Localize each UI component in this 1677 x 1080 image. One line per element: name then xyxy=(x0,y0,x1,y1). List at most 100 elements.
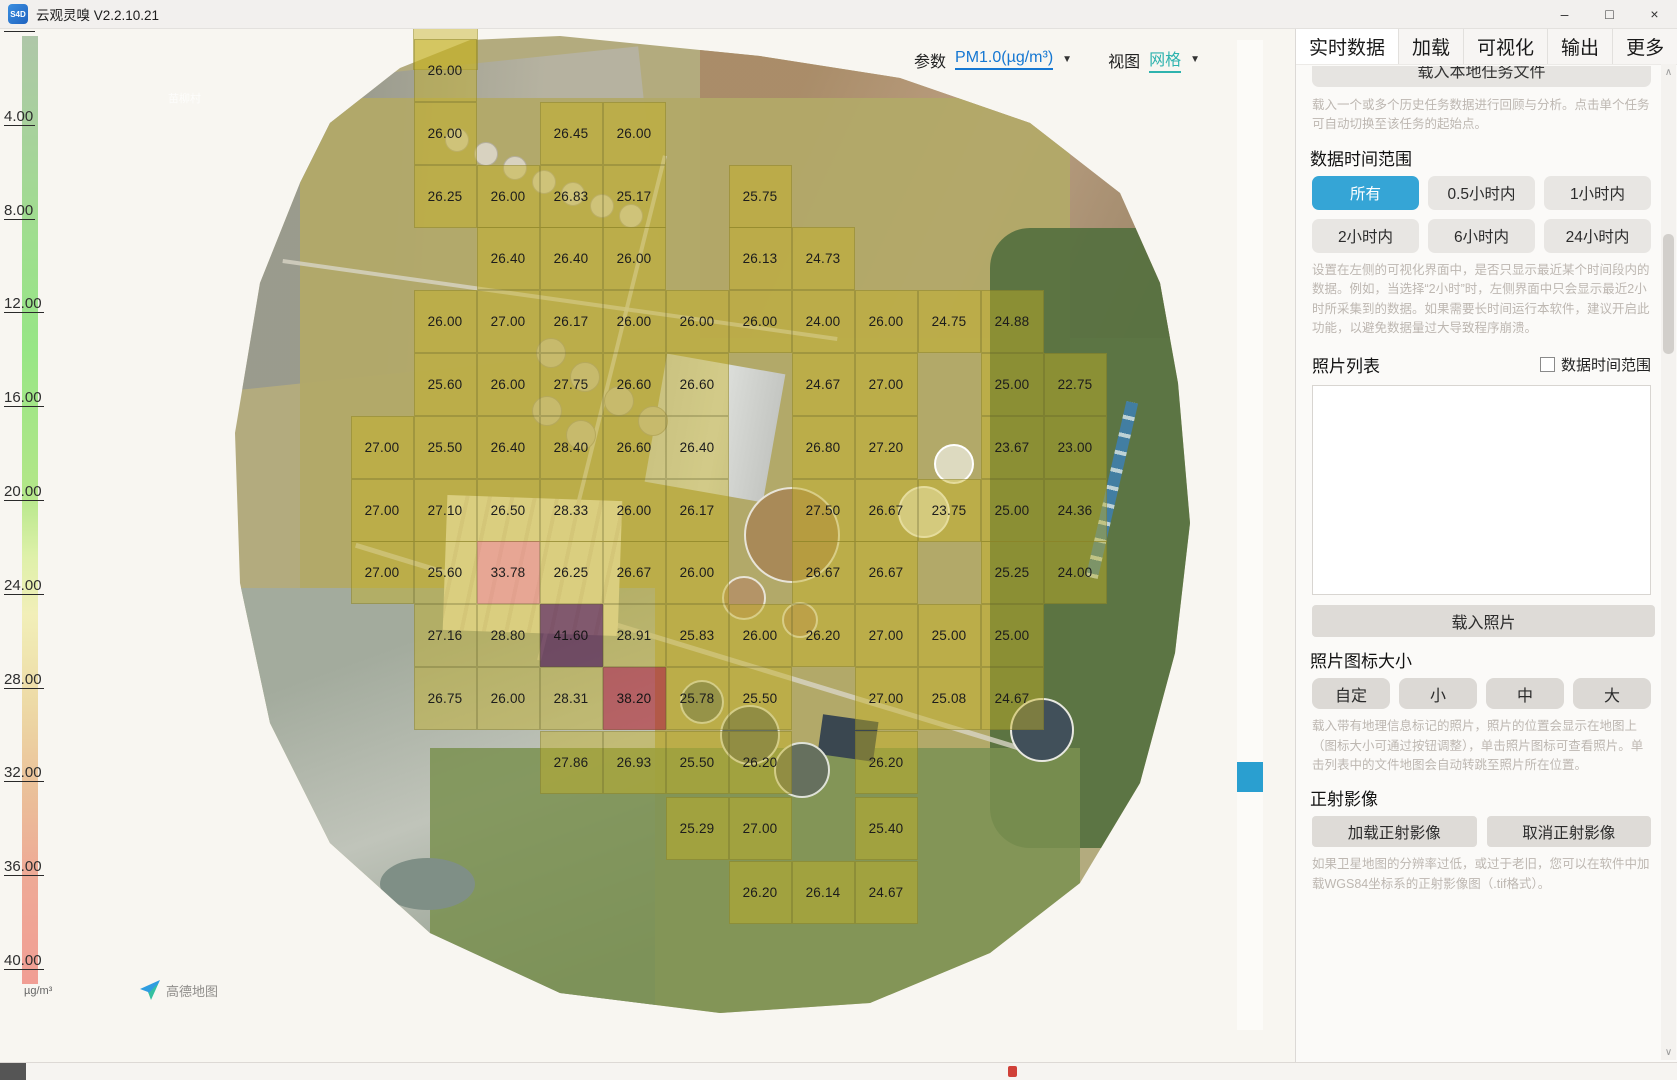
heat-cell: 26.83 xyxy=(540,165,603,228)
heat-cell: 24.67 xyxy=(981,667,1044,730)
cancel-ortho-button[interactable]: 取消正射影像 xyxy=(1487,816,1652,847)
tab-5[interactable]: 更多 xyxy=(1613,28,1677,64)
heat-cell: 23.00 xyxy=(1044,416,1107,479)
time-range-option[interactable]: 2小时内 xyxy=(1312,219,1419,253)
param-dropdown[interactable]: PM1.0(µg/m³) xyxy=(955,49,1053,70)
heat-cell-value: 26.00 xyxy=(428,314,463,329)
color-scale-tick: 4.00 xyxy=(4,108,35,126)
heat-cell-value: 26.67 xyxy=(869,565,904,580)
color-scale-tick: 24.00 xyxy=(4,577,44,595)
panel-scrollbar-thumb[interactable] xyxy=(1663,234,1674,354)
window-title: 云观灵嗅 V2.2.10.21 xyxy=(36,4,159,24)
heat-cell-value: 24.75 xyxy=(932,314,967,329)
map-place-label: 苗柳村 xyxy=(168,90,201,106)
view-dropdown[interactable]: 网格 xyxy=(1149,46,1181,73)
time-range-option[interactable]: 1小时内 xyxy=(1544,176,1651,210)
heat-cell: 27.00 xyxy=(351,541,414,604)
color-scale-tick: 40.00 xyxy=(4,952,44,970)
heat-cell-value: 23.75 xyxy=(932,503,967,518)
heat-cell-value: 24.36 xyxy=(1058,503,1093,518)
heat-cell: 27.00 xyxy=(855,667,918,730)
heat-cell-value: 26.60 xyxy=(617,440,652,455)
heat-cell: 26.25 xyxy=(540,541,603,604)
scroll-up-icon[interactable]: ∧ xyxy=(1661,64,1676,80)
map-scrollbar[interactable] xyxy=(1237,40,1263,1030)
minimize-button[interactable]: – xyxy=(1542,0,1587,28)
heat-cell-value: 25.00 xyxy=(995,377,1030,392)
photo-icon-size-option[interactable]: 小 xyxy=(1399,678,1477,709)
load-task-file-button[interactable]: 载入本地任务文件 xyxy=(1312,66,1651,87)
photo-icon-size-option[interactable]: 中 xyxy=(1486,678,1564,709)
heat-cell: 26.14 xyxy=(792,861,855,924)
heat-cell: 26.20 xyxy=(855,731,918,794)
heat-cell: 26.00 xyxy=(414,290,477,353)
heat-cell-value: 25.50 xyxy=(428,440,463,455)
photo-icon-size-option[interactable]: 自定 xyxy=(1312,678,1390,709)
heat-cell: 25.75 xyxy=(729,165,792,228)
color-scale-gradient xyxy=(22,36,38,984)
tab-4[interactable]: 输出 xyxy=(1548,28,1613,64)
heat-cell-value: 24.67 xyxy=(995,691,1030,706)
panel-body: 载入本地任务文件 载入一个或多个历史任务数据进行回顾与分析。点击单个任务可自动切… xyxy=(1296,64,1659,1062)
heat-cell-value: 26.67 xyxy=(869,503,904,518)
heat-cell: 24.67 xyxy=(792,353,855,416)
time-range-checkbox[interactable] xyxy=(1540,357,1555,372)
time-range-option[interactable]: 24小时内 xyxy=(1544,219,1651,253)
app-icon: S4D xyxy=(8,4,28,24)
heat-cell: 25.00 xyxy=(981,604,1044,667)
map-scrollbar-thumb[interactable] xyxy=(1237,762,1263,792)
heat-cell-value: 26.17 xyxy=(554,314,589,329)
close-button[interactable]: × xyxy=(1632,0,1677,28)
heat-cell: 26.00 xyxy=(414,102,477,165)
heat-cell: 22.75 xyxy=(1044,353,1107,416)
heat-cell-value: 27.10 xyxy=(428,503,463,518)
time-range-option[interactable]: 0.5小时内 xyxy=(1428,176,1535,210)
heat-cell: 25.00 xyxy=(981,479,1044,542)
heat-cell: 26.75 xyxy=(414,667,477,730)
time-range-option[interactable]: 所有 xyxy=(1312,176,1419,210)
bottom-bar xyxy=(0,1062,1677,1080)
heat-cell-value: 24.88 xyxy=(995,314,1030,329)
heat-cell-value: 26.14 xyxy=(806,885,841,900)
scroll-down-icon[interactable]: ∨ xyxy=(1661,1044,1676,1060)
heat-cell: 24.36 xyxy=(1044,479,1107,542)
load-task-button-clipped: 载入本地任务文件 xyxy=(1312,66,1651,88)
tab-2[interactable]: 加载 xyxy=(1399,28,1464,64)
heat-cell: 27.00 xyxy=(477,290,540,353)
heat-cell-value: 25.60 xyxy=(428,565,463,580)
heat-cell: 26.00 xyxy=(603,290,666,353)
heat-cell-value: 25.29 xyxy=(680,821,715,836)
tab-3[interactable]: 可视化 xyxy=(1464,28,1548,64)
window-controls: – □ × xyxy=(1542,0,1677,28)
tab-1[interactable]: 实时数据 xyxy=(1296,28,1399,64)
heat-cell-value: 24.00 xyxy=(1058,565,1093,580)
photo-icon-size-option[interactable]: 大 xyxy=(1573,678,1651,709)
chevron-down-icon[interactable]: ▼ xyxy=(1190,54,1200,65)
heat-cell-value: 26.45 xyxy=(554,126,589,141)
heat-cell: 24.00 xyxy=(1044,541,1107,604)
heat-cell-value: 26.40 xyxy=(680,440,715,455)
heat-cell: 25.50 xyxy=(729,667,792,730)
heat-cell: 27.16 xyxy=(414,604,477,667)
heat-cell-value: 26.80 xyxy=(806,440,841,455)
photo-icon-size-heading: 照片图标大小 xyxy=(1310,647,1653,672)
time-range-option[interactable]: 6小时内 xyxy=(1428,219,1535,253)
color-scale-tick: 32.00 xyxy=(4,764,44,782)
heat-cell-value: 26.00 xyxy=(617,126,652,141)
heat-cell-value: 26.75 xyxy=(428,691,463,706)
panel-scrollbar[interactable]: ∧ ∨ xyxy=(1661,64,1676,1060)
heat-cell: 27.00 xyxy=(351,479,414,542)
load-ortho-button[interactable]: 加载正射影像 xyxy=(1312,816,1477,847)
heat-cell: 25.60 xyxy=(414,353,477,416)
maximize-button[interactable]: □ xyxy=(1587,0,1632,28)
map-canvas[interactable]: 26.0026.0026.4526.0026.2526.0026.8325.17… xyxy=(0,28,1295,1062)
photo-list-box[interactable] xyxy=(1312,385,1651,595)
heat-cell-value: 26.20 xyxy=(743,885,778,900)
chevron-down-icon[interactable]: ▼ xyxy=(1062,54,1072,65)
color-scale: 0.004.008.0012.0016.0020.0024.0028.0032.… xyxy=(0,28,80,1038)
heat-cell-value: 25.78 xyxy=(680,691,715,706)
heat-cell-value: 24.67 xyxy=(806,377,841,392)
load-photos-button[interactable]: 载入照片 xyxy=(1312,605,1655,637)
heat-cell: 26.00 xyxy=(603,479,666,542)
heat-cell-value: 27.75 xyxy=(554,377,589,392)
